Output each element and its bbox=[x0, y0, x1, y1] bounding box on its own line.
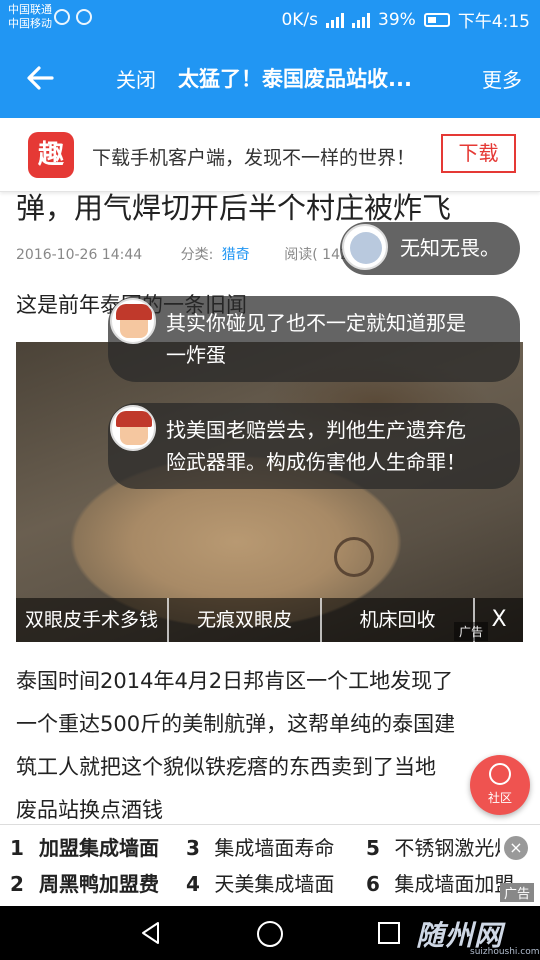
ad-link-1[interactable]: 双眼皮手术多钱 bbox=[16, 598, 169, 642]
close-button[interactable]: 关闭 bbox=[116, 64, 156, 93]
keyword-text: 集成墙面加盟 bbox=[394, 872, 515, 896]
community-label: 社区 bbox=[487, 791, 512, 805]
carrier-info: 中国联通 中国移动 bbox=[8, 3, 52, 31]
keyword-text: 不锈钢激光焊 bbox=[394, 836, 500, 860]
image-ad-strip: 双眼皮手术多钱 无痕双眼皮 机床回收 X bbox=[16, 598, 523, 642]
ad-keyword[interactable]: 5 不锈钢激光焊 bbox=[366, 829, 500, 867]
status-icons bbox=[54, 9, 92, 25]
more-button[interactable]: 更多 bbox=[482, 64, 522, 93]
download-banner: 趣 下载手机客户端，发现不一样的世界！ 下载 bbox=[0, 118, 540, 192]
signal-icon bbox=[326, 12, 345, 28]
battery-percent: 39% bbox=[378, 9, 416, 30]
back-arrow-icon[interactable] bbox=[22, 60, 58, 96]
danmaku-text: 无知无畏。 bbox=[400, 236, 500, 260]
bottom-keyword-ad: 1 加盟集成墙面 3 集成墙面寿命 5 不锈钢激光焊 2 周黑鸭加盟费 4 天美… bbox=[0, 824, 540, 906]
network-speed: 0K/s bbox=[281, 9, 319, 30]
clock: 下午4:15 bbox=[457, 12, 530, 32]
keyword-number: 5 bbox=[366, 836, 380, 860]
nav-recent-icon[interactable] bbox=[378, 922, 400, 944]
keyword-text: 加盟集成墙面 bbox=[38, 836, 159, 860]
download-button[interactable]: 下载 bbox=[441, 134, 516, 173]
ad-link-3[interactable]: 机床回收 bbox=[322, 598, 475, 642]
danmaku-bubble: 其实你碰见了也不一定就知道那是 一炸蛋 bbox=[108, 296, 520, 382]
status-bar: 中国联通 中国移动 0K/s 39% 下午4:15 bbox=[0, 0, 540, 36]
body-line: 泰国时间2014年4月2日邦肯区一个工地发现了 bbox=[16, 669, 454, 693]
wifi-icon bbox=[76, 9, 92, 25]
category-link[interactable]: 猎奇 bbox=[222, 247, 250, 263]
ad-keyword[interactable]: 2 周黑鸭加盟费 bbox=[10, 865, 176, 903]
nav-back-icon[interactable] bbox=[138, 920, 164, 946]
hotspot-icon bbox=[54, 9, 70, 25]
danmaku-text: 其实你碰见了也不一定就知道那是 bbox=[166, 311, 466, 335]
keyword-number: 4 bbox=[186, 872, 200, 896]
signal-2-icon bbox=[352, 12, 371, 28]
system-nav-bar: 随州网 suizhoushi.com bbox=[0, 906, 540, 960]
bottom-ad-close-button[interactable]: × bbox=[504, 836, 528, 860]
ad-link-2[interactable]: 无痕双眼皮 bbox=[169, 598, 322, 642]
danmaku-text: 找美国老赔尝去，判他生产遗弃危 bbox=[166, 418, 466, 442]
app-logo: 趣 bbox=[28, 132, 74, 178]
keyword-number: 2 bbox=[10, 872, 24, 896]
keyword-text: 集成墙面寿命 bbox=[214, 836, 335, 860]
user-avatar bbox=[342, 224, 388, 270]
keyword-number: 3 bbox=[186, 836, 200, 860]
community-button[interactable]: 社区 bbox=[470, 755, 530, 815]
keyword-number: 6 bbox=[366, 872, 380, 896]
danmaku-bubble: 找美国老赔尝去，判他生产遗弃危 险武器罪。构成伤害他人生命罪！ bbox=[108, 403, 520, 489]
bottom-ad-tag: 广告 bbox=[500, 883, 535, 902]
download-banner-text: 下载手机客户端，发现不一样的世界！ bbox=[92, 147, 416, 169]
article-meta: 2016-10-26 14:44 分类: 猎奇 阅读( 142 ) bbox=[16, 244, 359, 264]
ad-keyword[interactable]: 1 加盟集成墙面 bbox=[10, 829, 176, 867]
watermark-url: suizhoushi.com bbox=[470, 947, 540, 957]
compass-icon bbox=[489, 763, 511, 785]
carrier-1: 中国联通 bbox=[8, 3, 52, 16]
user-avatar bbox=[110, 405, 156, 451]
nav-home-icon[interactable] bbox=[257, 921, 283, 947]
ad-keyword[interactable]: 4 天美集成墙面 bbox=[186, 865, 354, 903]
page-title: 太猛了！泰国废品站收... bbox=[178, 67, 412, 91]
danmaku-bubble: 无知无畏。 bbox=[340, 222, 520, 275]
carrier-2: 中国移动 bbox=[8, 17, 52, 30]
article-date: 2016-10-26 14:44 bbox=[16, 247, 143, 263]
keyword-text: 天美集成墙面 bbox=[214, 872, 335, 896]
ad-tag: 广告 bbox=[454, 622, 489, 641]
danmaku-text: 险武器罪。构成伤害他人生命罪！ bbox=[166, 450, 466, 474]
image-detail bbox=[334, 537, 374, 577]
app-bar: 关闭 太猛了！泰国废品站收... 更多 bbox=[0, 36, 540, 118]
battery-icon bbox=[423, 12, 450, 27]
article-body: 泰国时间2014年4月2日邦肯区一个工地发现了 一个重达500斤的美制航弹，这帮… bbox=[16, 660, 526, 832]
body-line: 一个重达500斤的美制航弹，这帮单纯的泰国建 bbox=[16, 712, 456, 736]
body-line: 筑工人就把这个貌似铁疙瘩的东西卖到了当地 bbox=[16, 755, 436, 779]
keyword-number: 1 bbox=[10, 836, 24, 860]
user-avatar bbox=[110, 298, 156, 344]
ad-keyword[interactable]: 3 集成墙面寿命 bbox=[186, 829, 354, 867]
keyword-text: 周黑鸭加盟费 bbox=[38, 872, 159, 896]
article-image bbox=[16, 342, 523, 642]
danmaku-text: 一炸蛋 bbox=[166, 343, 226, 367]
status-right: 0K/s 39% 下午4:15 bbox=[281, 7, 530, 33]
category-label: 分类: bbox=[180, 247, 214, 263]
